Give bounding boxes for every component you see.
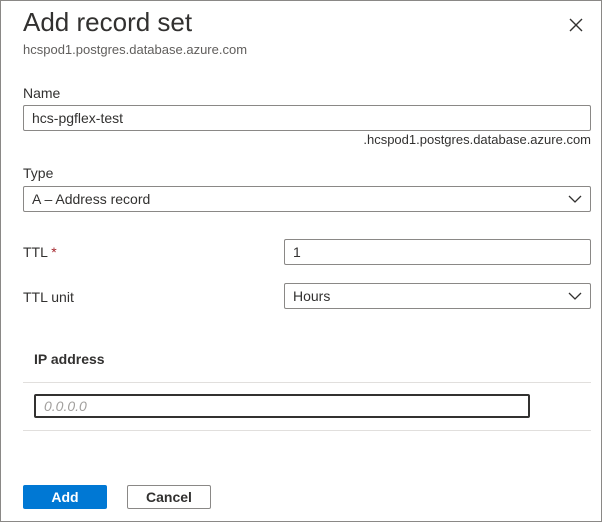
name-input[interactable]: hcs-pgflex-test <box>23 105 591 131</box>
ip-row-divider <box>23 430 591 431</box>
close-icon[interactable] <box>567 16 585 34</box>
panel-subtitle: hcspod1.postgres.database.azure.com <box>23 42 248 57</box>
ttl-label: TTL * <box>23 244 57 260</box>
ip-address-column-header: IP address <box>34 351 105 367</box>
name-suffix: .hcspod1.postgres.database.azure.com <box>363 132 591 147</box>
chevron-down-icon <box>568 292 582 300</box>
ttl-input[interactable]: 1 <box>284 239 591 265</box>
ttl-unit-dropdown[interactable]: Hours <box>284 283 591 309</box>
chevron-down-icon <box>568 195 582 203</box>
ttl-label-text: TTL <box>23 244 48 260</box>
type-label: Type <box>23 165 54 181</box>
ip-header-divider <box>23 382 591 383</box>
add-record-set-panel: Add record set hcspod1.postgres.database… <box>0 0 602 522</box>
type-dropdown[interactable]: A – Address record <box>23 186 591 212</box>
type-dropdown-value: A – Address record <box>32 191 151 207</box>
cancel-button[interactable]: Cancel <box>127 485 211 509</box>
name-label: Name <box>23 85 61 101</box>
add-button[interactable]: Add <box>23 485 107 509</box>
ttl-unit-dropdown-value: Hours <box>293 288 331 304</box>
panel-title: Add record set <box>23 7 193 37</box>
required-marker: * <box>51 244 57 260</box>
ttl-unit-label: TTL unit <box>23 289 74 305</box>
ip-address-input[interactable] <box>34 394 530 418</box>
